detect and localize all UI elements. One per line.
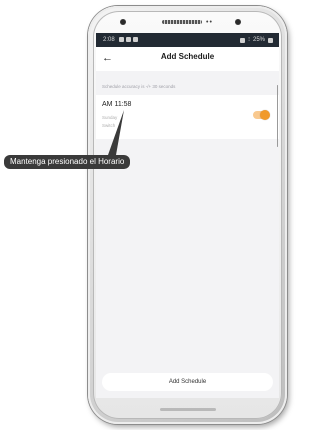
battery-icon (268, 37, 273, 43)
schedule-toggle[interactable] (253, 110, 270, 120)
sensor-dots: •• (206, 19, 213, 26)
notification-icon (126, 37, 131, 42)
schedule-time: AM 11:58 (102, 101, 132, 108)
sensor-icon (235, 19, 241, 25)
page-title: Add Schedule (160, 52, 215, 61)
schedule-item[interactable]: AM 11:58 Sunday Switch (96, 95, 279, 139)
battery-level: 25% (252, 37, 265, 43)
phone-screen: 2:08 ⁝ 25% ← Add Schedule Schedule accur… (96, 33, 279, 398)
image-icon (133, 37, 138, 42)
scrollbar[interactable] (276, 85, 278, 147)
add-schedule-button[interactable]: Add Schedule (102, 373, 273, 391)
toggle-knob (260, 110, 270, 120)
front-camera-icon (120, 19, 126, 25)
schedule-action: Switch (102, 123, 116, 128)
app-bar: ← Add Schedule (96, 47, 279, 71)
status-bar: 2:08 ⁝ 25% (96, 33, 279, 47)
stage: •• 2:08 ⁝ 25% ← Add Schedule Schedule ac… (0, 0, 289, 430)
signal-icon: ⁝ (248, 37, 250, 43)
alarm-icon (240, 37, 246, 43)
speaker-grille (162, 20, 202, 24)
schedule-repeat: Sunday (102, 115, 118, 120)
status-time: 2:08 (103, 37, 115, 43)
schedule-accuracy-hint: Schedule accuracy is -/+ 30 seconds (102, 84, 176, 89)
home-indicator (160, 408, 216, 411)
notification-icons (119, 37, 138, 42)
annotation-label: Mantenga presionado el Horario (4, 155, 131, 169)
status-right: ⁝ 25% (240, 33, 273, 47)
notification-icon (119, 37, 124, 42)
